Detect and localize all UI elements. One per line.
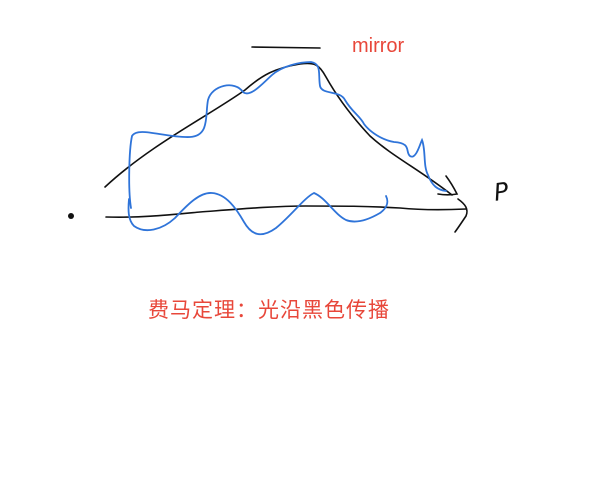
mirror-label: mirror (352, 35, 405, 57)
fermat-caption: 费马定理：光沿黑色传播 (148, 298, 390, 322)
reflected-light-path (104, 62, 453, 196)
direct-arrowhead (454, 198, 468, 233)
sketch-canvas (68, 46, 468, 236)
source-point (68, 213, 74, 219)
wavy-upper-path (128, 61, 447, 209)
mirror-line (251, 46, 321, 49)
direct-light-path (105, 205, 467, 218)
wavy-lower-path (127, 192, 389, 236)
